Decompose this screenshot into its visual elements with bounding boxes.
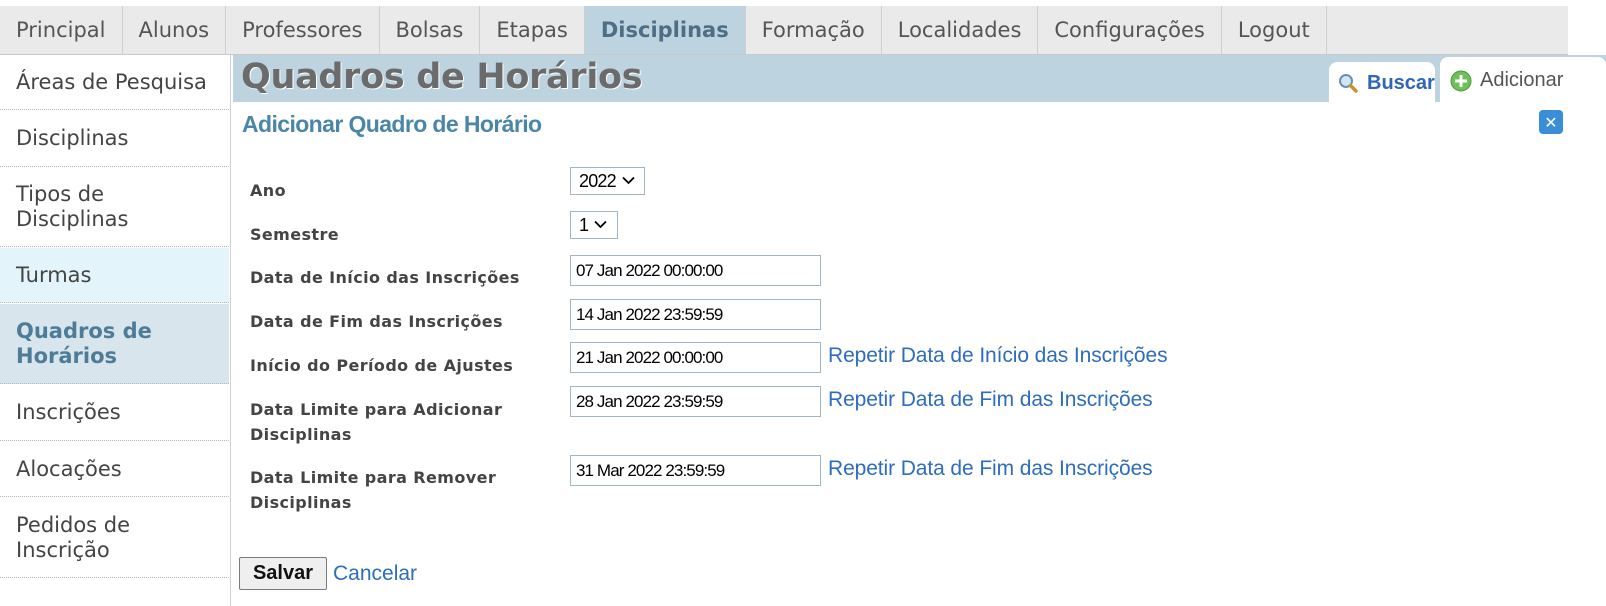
chevron-down-icon (622, 174, 635, 188)
label-inicio-ajustes: Início do Período de Ajustes (250, 356, 514, 375)
semestre-select-value: 1 (579, 214, 589, 235)
fim-inscricoes-input[interactable] (570, 299, 821, 330)
nav-item-formacao[interactable]: Formação (746, 6, 882, 54)
sidebar-item-label: Inscrições (16, 400, 121, 424)
close-icon: ✕ (1544, 112, 1558, 132)
semestre-select[interactable]: 1 (570, 211, 618, 239)
sidebar-item-label: Tipos de Disciplinas (16, 182, 129, 231)
tab-adicionar-label: Adicionar (1480, 69, 1564, 91)
ano-select-value: 2022 (579, 170, 617, 191)
sidebar-item-label: Turmas (16, 262, 92, 287)
sidebar-item-label: Disciplinas (16, 126, 129, 150)
sidebar-item-label: Alocações (16, 456, 122, 481)
sidebar-item-alocacoes[interactable]: Alocações (0, 442, 229, 497)
page-title: Quadros de Horários (241, 57, 643, 97)
cancel-link[interactable]: Cancelar (333, 562, 417, 586)
nav-item-logout[interactable]: Logout (1222, 6, 1327, 54)
sidebar-item-quadros-de-horarios[interactable]: Quadros de Horários (0, 304, 229, 384)
sidebar-item-label: Pedidos de Inscrição (16, 512, 131, 562)
sidebar-item-label: Áreas de Pesquisa (16, 69, 207, 94)
nav-item-principal[interactable]: Principal (0, 6, 123, 54)
label-fim-inscricoes: Data de Fim das Inscrições (250, 312, 503, 331)
repeat-fim-inscricoes-link-2[interactable]: Repetir Data de Fim das Inscrições (828, 457, 1153, 481)
repeat-inicio-inscricoes-link[interactable]: Repetir Data de Início das Inscrições (828, 344, 1168, 368)
ano-select[interactable]: 2022 (570, 167, 645, 195)
close-button[interactable]: ✕ (1539, 110, 1563, 134)
nav-item-alunos[interactable]: Alunos (123, 6, 227, 54)
tab-buscar-label: Buscar (1367, 71, 1435, 94)
sidebar-item-inscricoes[interactable]: Inscrições (0, 385, 229, 441)
nav-item-configuracoes[interactable]: Configurações (1038, 6, 1222, 54)
label-limite-adicionar: Data Limite para Adicionar Disciplinas (250, 400, 503, 444)
sidebar-item-turmas[interactable]: Turmas (0, 248, 229, 303)
label-inicio-inscricoes: Data de Início das Inscrições (250, 268, 520, 287)
nav-item-etapas[interactable]: Etapas (480, 6, 585, 54)
sidebar-item-disciplinas[interactable]: Disciplinas (0, 111, 229, 167)
plus-circle-icon (1450, 70, 1472, 92)
nav-item-disciplinas[interactable]: Disciplinas (584, 6, 746, 54)
nav-item-localidades[interactable]: Localidades (882, 6, 1039, 54)
form-title: Adicionar Quadro de Horário (242, 111, 542, 137)
search-icon (1337, 72, 1359, 94)
label-ano: Ano (250, 181, 286, 200)
inicio-ajustes-input[interactable] (570, 342, 821, 373)
nav-item-bolsas[interactable]: Bolsas (380, 6, 481, 54)
tab-buscar[interactable]: Buscar (1329, 62, 1435, 104)
sidebar-item-tipos-de-disciplinas[interactable]: Tipos de Disciplinas (0, 168, 229, 247)
label-limite-remover: Data Limite para Remover Disciplinas (250, 468, 497, 512)
limite-adicionar-input[interactable] (570, 386, 821, 417)
sidebar-item-areas-de-pesquisa[interactable]: Áreas de Pesquisa (0, 55, 229, 110)
nav-item-professores[interactable]: Professores (226, 6, 380, 54)
sidebar: Áreas de Pesquisa Disciplinas Tipos de D… (0, 55, 231, 606)
sidebar-item-pedidos-de-inscricao[interactable]: Pedidos de Inscrição (0, 498, 229, 578)
sidebar-item-label: Quadros de Horários (16, 318, 152, 368)
limite-remover-input[interactable] (570, 455, 821, 486)
repeat-fim-inscricoes-link[interactable]: Repetir Data de Fim das Inscrições (828, 388, 1153, 412)
tab-adicionar[interactable]: Adicionar (1440, 57, 1606, 104)
save-button[interactable]: Salvar (239, 557, 327, 590)
top-nav: Principal Alunos Professores Bolsas Etap… (0, 6, 1568, 55)
chevron-down-icon (594, 218, 607, 232)
label-semestre: Semestre (250, 225, 340, 244)
inicio-inscricoes-input[interactable] (570, 255, 821, 286)
